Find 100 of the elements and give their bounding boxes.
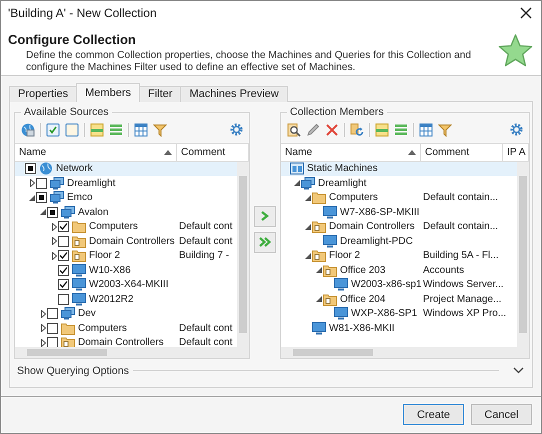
collapse-arrow-icon[interactable]: [40, 209, 46, 216]
tree-row[interactable]: Computers Default cont: [15, 220, 237, 234]
tree-row[interactable]: Avalon: [15, 205, 237, 220]
expand-arrow-icon[interactable]: [40, 324, 46, 332]
collapse-arrow-icon[interactable]: [316, 267, 322, 274]
column-header[interactable]: Comment: [421, 144, 503, 161]
cancel-button[interactable]: Cancel: [471, 404, 532, 426]
settings-icon[interactable]: [510, 123, 523, 136]
tree-row[interactable]: Emco: [15, 190, 237, 206]
tab[interactable]: Members: [76, 82, 140, 102]
tree-row[interactable]: Dreamlight: [15, 176, 237, 191]
tree-row[interactable]: Dev: [15, 306, 237, 322]
collapse-arrow-icon[interactable]: [305, 194, 311, 201]
tree-row[interactable]: Network: [15, 162, 237, 176]
tree-row[interactable]: W81-X86-MKII: [281, 321, 517, 336]
add-button[interactable]: [254, 206, 276, 227]
check-all-icon[interactable]: [46, 122, 60, 137]
monitor-icon: [312, 322, 326, 335]
pencil-icon[interactable]: [306, 122, 320, 137]
checkbox[interactable]: [36, 192, 47, 204]
folder-icon: [323, 264, 337, 277]
search-icon[interactable]: [287, 122, 301, 137]
tree-row[interactable]: Dreamlight: [281, 176, 517, 191]
column-header[interactable]: Name: [15, 144, 177, 161]
tree-row[interactable]: Computers Default cont: [15, 321, 237, 336]
table-icon[interactable]: [134, 122, 148, 137]
sort-icon: [164, 150, 172, 155]
tree-row[interactable]: Computers Default contain...: [281, 190, 517, 206]
chevron-right-icon: [261, 211, 269, 222]
node-label: Domain Controllers: [89, 236, 175, 247]
horizontal-scrollbar[interactable]: [281, 346, 529, 358]
dialog-description: Define the common Collection properties, choose the Machines and Queries for this Collection and configure the Machines Filter used to define an effective set of Machines.: [26, 50, 472, 74]
expand-arrow-icon[interactable]: [52, 252, 56, 260]
tab[interactable]: Filter: [138, 86, 182, 102]
tree-row[interactable]: WXP-X86-SP1 Windows XP Pro...: [281, 306, 517, 322]
comment-cell-text: Default cont: [178, 236, 234, 247]
node-label: Dreamlight: [318, 178, 366, 189]
expand-arrow-icon[interactable]: [52, 222, 56, 231]
comment-cell-text: Default cont: [178, 322, 234, 334]
comment-cell-text: Windows Server...: [422, 279, 503, 290]
tree-row[interactable]: Floor 2 Building 7 -: [15, 248, 237, 264]
add-all-button[interactable]: [254, 232, 276, 253]
tree-row[interactable]: Office 203 Accounts: [281, 263, 517, 278]
querying-options-label[interactable]: Show Querying Options: [17, 364, 129, 377]
tree-row[interactable]: Domain Controllers Default contain...: [281, 220, 517, 234]
filter-icon[interactable]: [153, 122, 167, 137]
tree-row[interactable]: W7-X86-SP-MKIII: [281, 205, 517, 220]
tree-row[interactable]: W2012R2: [15, 292, 237, 307]
tree-row[interactable]: W2003-X64-MKIII: [15, 278, 237, 292]
collapse-arrow-icon[interactable]: [316, 296, 322, 302]
uncheck-all-icon[interactable]: [65, 122, 79, 137]
collapse-arrow-icon[interactable]: [294, 180, 300, 186]
vertical-scrollbar[interactable]: [237, 162, 249, 347]
column-header[interactable]: Comment: [177, 144, 249, 161]
expand-arrow-icon[interactable]: [40, 338, 46, 347]
tree-row[interactable]: Office 204 Project Manage...: [281, 292, 517, 307]
checkbox[interactable]: [25, 163, 36, 174]
node-label: Avalon: [78, 206, 108, 218]
node-label: WXP-X86-SP1: [351, 308, 418, 320]
column-header[interactable]: IP A: [503, 144, 529, 161]
column-header[interactable]: Name: [281, 144, 421, 161]
star-icon: [498, 32, 533, 69]
expand-arrow-icon[interactable]: [40, 310, 46, 318]
collapse-arrow-icon[interactable]: [29, 194, 35, 201]
checkbox[interactable]: [58, 264, 69, 276]
comment-cell-text: Default cont: [178, 221, 234, 232]
node-label: W2003-x86-sp1: [351, 279, 422, 290]
node-label: Static Machines: [307, 163, 378, 174]
expand-arrow-icon[interactable]: [52, 237, 56, 246]
chevron-down-icon[interactable]: [513, 367, 524, 374]
settings-icon[interactable]: [230, 123, 243, 136]
globe-icon[interactable]: [21, 122, 35, 137]
table-icon[interactable]: [419, 122, 433, 137]
tree-row[interactable]: W2003-x86-sp1Windows Server...: [281, 278, 517, 292]
horizontal-scrollbar[interactable]: [15, 346, 249, 358]
tree-row[interactable]: Domain Controllers Default cont: [15, 336, 237, 347]
collapse-arrow-icon[interactable]: [305, 252, 311, 259]
tab[interactable]: Machines Preview: [180, 86, 288, 102]
node-label: Dev: [78, 308, 96, 320]
filter-icon[interactable]: [438, 122, 452, 137]
double-chevron-right-icon: [259, 237, 271, 248]
checkbox[interactable]: [47, 206, 58, 218]
tab[interactable]: Properties: [9, 86, 78, 102]
vertical-scrollbar[interactable]: [517, 162, 529, 347]
close-icon[interactable]: [520, 6, 532, 19]
delete-icon[interactable]: [325, 122, 339, 137]
tree-row[interactable]: Floor 2 Building 5A - Fl...: [281, 248, 517, 264]
node-label: Office 203: [340, 264, 386, 276]
node-label: W81-X86-MKII: [329, 322, 395, 334]
create-button[interactable]: Create: [403, 404, 464, 426]
tree-row[interactable]: Domain Controllers Default cont: [15, 234, 237, 249]
refresh-icon[interactable]: [350, 122, 364, 137]
expand-arrow-icon[interactable]: [30, 179, 34, 188]
tree-row[interactable]: W10-X86: [15, 263, 237, 278]
tree-row[interactable]: Dreamlight-PDC: [281, 234, 517, 249]
collapse-arrow-icon[interactable]: [305, 224, 311, 230]
node-label: Floor 2: [89, 250, 120, 262]
checkbox[interactable]: [58, 294, 69, 305]
tree-row[interactable]: Static Machines: [281, 162, 517, 176]
checkbox[interactable]: [58, 279, 69, 290]
